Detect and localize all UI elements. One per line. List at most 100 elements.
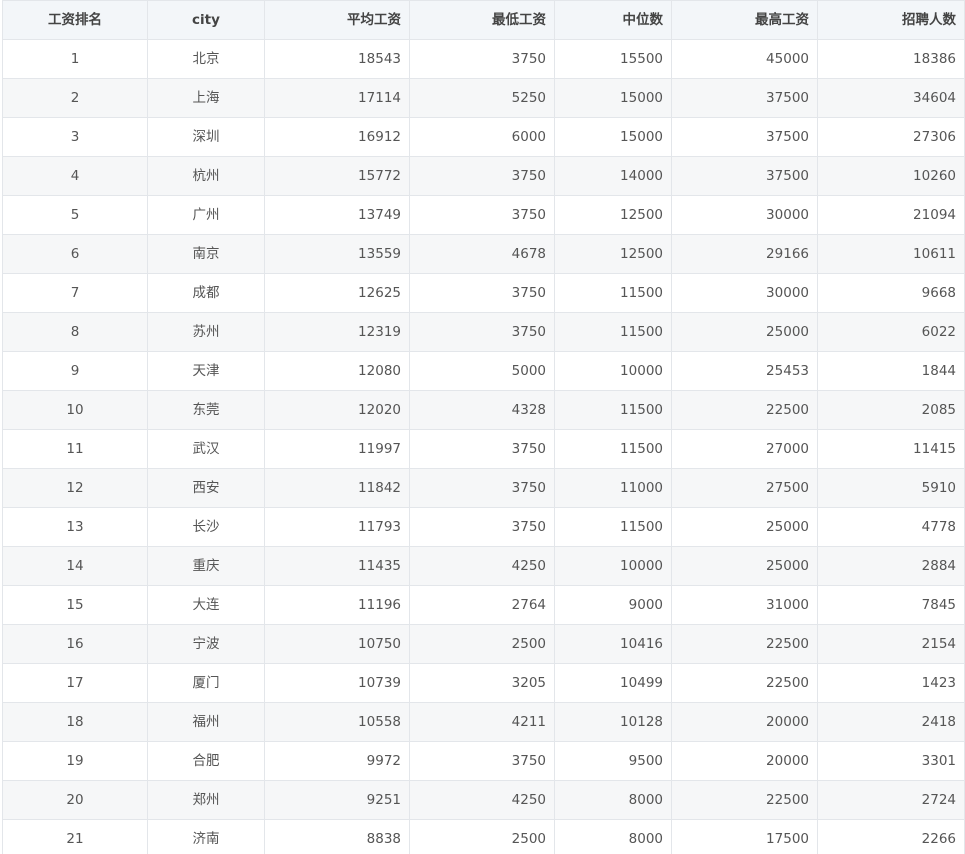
cell-median: 10128 bbox=[554, 702, 672, 742]
table-row[interactable]: 18 福州 10558 4211 10128 20000 2418 bbox=[2, 702, 965, 742]
table-row[interactable]: 9 天津 12080 5000 10000 25453 1844 bbox=[2, 351, 965, 391]
cell-hiring-count: 1423 bbox=[817, 663, 965, 703]
cell-avg-salary: 11997 bbox=[264, 429, 410, 469]
header-city[interactable]: city bbox=[147, 0, 265, 40]
cell-min-salary: 3750 bbox=[409, 507, 555, 547]
cell-avg-salary: 12319 bbox=[264, 312, 410, 352]
cell-rank: 3 bbox=[2, 117, 148, 157]
header-rank[interactable]: 工资排名 bbox=[2, 0, 148, 40]
table-row[interactable]: 12 西安 11842 3750 11000 27500 5910 bbox=[2, 468, 965, 508]
table-container: 工资排名 city 平均工资 最低工资 中位数 最高工资 招聘人数 1 北京 185… bbox=[0, 0, 965, 854]
cell-hiring-count: 9668 bbox=[817, 273, 965, 313]
cell-max-salary: 25000 bbox=[671, 507, 818, 547]
cell-rank: 5 bbox=[2, 195, 148, 235]
table-row[interactable]: 15 大连 11196 2764 9000 31000 7845 bbox=[2, 585, 965, 625]
cell-max-salary: 20000 bbox=[671, 702, 818, 742]
cell-avg-salary: 12020 bbox=[264, 390, 410, 430]
cell-median: 11500 bbox=[554, 312, 672, 352]
table-row[interactable]: 19 合肥 9972 3750 9500 20000 3301 bbox=[2, 741, 965, 781]
cell-min-salary: 5250 bbox=[409, 78, 555, 118]
table-row[interactable]: 21 济南 8838 2500 8000 17500 2266 bbox=[2, 819, 965, 854]
cell-avg-salary: 10558 bbox=[264, 702, 410, 742]
table-row[interactable]: 14 重庆 11435 4250 10000 25000 2884 bbox=[2, 546, 965, 586]
cell-median: 11500 bbox=[554, 273, 672, 313]
cell-min-salary: 4211 bbox=[409, 702, 555, 742]
cell-city: 宁波 bbox=[147, 624, 265, 664]
table-row[interactable]: 4 杭州 15772 3750 14000 37500 10260 bbox=[2, 156, 965, 196]
cell-median: 10416 bbox=[554, 624, 672, 664]
cell-max-salary: 17500 bbox=[671, 819, 818, 854]
cell-max-salary: 20000 bbox=[671, 741, 818, 781]
cell-city: 成都 bbox=[147, 273, 265, 313]
cell-city: 郑州 bbox=[147, 780, 265, 820]
cell-hiring-count: 2154 bbox=[817, 624, 965, 664]
cell-min-salary: 2500 bbox=[409, 624, 555, 664]
cell-rank: 13 bbox=[2, 507, 148, 547]
header-max-salary[interactable]: 最高工资 bbox=[671, 0, 818, 40]
table-row[interactable]: 7 成都 12625 3750 11500 30000 9668 bbox=[2, 273, 965, 313]
header-avg-salary[interactable]: 平均工资 bbox=[264, 0, 410, 40]
cell-min-salary: 6000 bbox=[409, 117, 555, 157]
cell-median: 14000 bbox=[554, 156, 672, 196]
cell-avg-salary: 11196 bbox=[264, 585, 410, 625]
cell-min-salary: 3205 bbox=[409, 663, 555, 703]
cell-rank: 14 bbox=[2, 546, 148, 586]
cell-hiring-count: 10260 bbox=[817, 156, 965, 196]
header-min-salary[interactable]: 最低工资 bbox=[409, 0, 555, 40]
cell-max-salary: 37500 bbox=[671, 117, 818, 157]
cell-hiring-count: 7845 bbox=[817, 585, 965, 625]
cell-rank: 1 bbox=[2, 39, 148, 79]
cell-min-salary: 4678 bbox=[409, 234, 555, 274]
cell-min-salary: 3750 bbox=[409, 429, 555, 469]
table-row[interactable]: 17 厦门 10739 3205 10499 22500 1423 bbox=[2, 663, 965, 703]
cell-city: 重庆 bbox=[147, 546, 265, 586]
table-row[interactable]: 2 上海 17114 5250 15000 37500 34604 bbox=[2, 78, 965, 118]
cell-max-salary: 22500 bbox=[671, 390, 818, 430]
table-body: 1 北京 18543 3750 15500 45000 18386 2 上海 17114 5250 1… bbox=[2, 39, 965, 854]
cell-city: 上海 bbox=[147, 78, 265, 118]
table-row[interactable]: 11 武汉 11997 3750 11500 27000 11415 bbox=[2, 429, 965, 469]
cell-city: 济南 bbox=[147, 819, 265, 854]
table-row[interactable]: 8 苏州 12319 3750 11500 25000 6022 bbox=[2, 312, 965, 352]
cell-median: 10000 bbox=[554, 546, 672, 586]
cell-avg-salary: 10739 bbox=[264, 663, 410, 703]
cell-max-salary: 27000 bbox=[671, 429, 818, 469]
cell-city: 天津 bbox=[147, 351, 265, 391]
table-row[interactable]: 3 深圳 16912 6000 15000 37500 27306 bbox=[2, 117, 965, 157]
cell-min-salary: 3750 bbox=[409, 195, 555, 235]
cell-max-salary: 25000 bbox=[671, 546, 818, 586]
table-row[interactable]: 6 南京 13559 4678 12500 29166 10611 bbox=[2, 234, 965, 274]
cell-hiring-count: 5910 bbox=[817, 468, 965, 508]
header-hiring-count[interactable]: 招聘人数 bbox=[817, 0, 965, 40]
table-row[interactable]: 1 北京 18543 3750 15500 45000 18386 bbox=[2, 39, 965, 79]
cell-hiring-count: 1844 bbox=[817, 351, 965, 391]
cell-rank: 9 bbox=[2, 351, 148, 391]
cell-avg-salary: 13559 bbox=[264, 234, 410, 274]
cell-rank: 11 bbox=[2, 429, 148, 469]
header-median[interactable]: 中位数 bbox=[554, 0, 672, 40]
cell-city: 苏州 bbox=[147, 312, 265, 352]
cell-rank: 10 bbox=[2, 390, 148, 430]
cell-max-salary: 29166 bbox=[671, 234, 818, 274]
table-row[interactable]: 5 广州 13749 3750 12500 30000 21094 bbox=[2, 195, 965, 235]
cell-avg-salary: 11435 bbox=[264, 546, 410, 586]
cell-city: 合肥 bbox=[147, 741, 265, 781]
cell-median: 9000 bbox=[554, 585, 672, 625]
cell-min-salary: 3750 bbox=[409, 312, 555, 352]
table-row[interactable]: 20 郑州 9251 4250 8000 22500 2724 bbox=[2, 780, 965, 820]
cell-rank: 21 bbox=[2, 819, 148, 854]
cell-hiring-count: 2418 bbox=[817, 702, 965, 742]
cell-max-salary: 22500 bbox=[671, 780, 818, 820]
table-row[interactable]: 16 宁波 10750 2500 10416 22500 2154 bbox=[2, 624, 965, 664]
cell-rank: 20 bbox=[2, 780, 148, 820]
cell-city: 东莞 bbox=[147, 390, 265, 430]
table-row[interactable]: 10 东莞 12020 4328 11500 22500 2085 bbox=[2, 390, 965, 430]
cell-avg-salary: 10750 bbox=[264, 624, 410, 664]
cell-rank: 4 bbox=[2, 156, 148, 196]
cell-median: 11500 bbox=[554, 429, 672, 469]
cell-hiring-count: 2266 bbox=[817, 819, 965, 854]
cell-city: 福州 bbox=[147, 702, 265, 742]
table-row[interactable]: 13 长沙 11793 3750 11500 25000 4778 bbox=[2, 507, 965, 547]
cell-rank: 18 bbox=[2, 702, 148, 742]
cell-min-salary: 3750 bbox=[409, 156, 555, 196]
